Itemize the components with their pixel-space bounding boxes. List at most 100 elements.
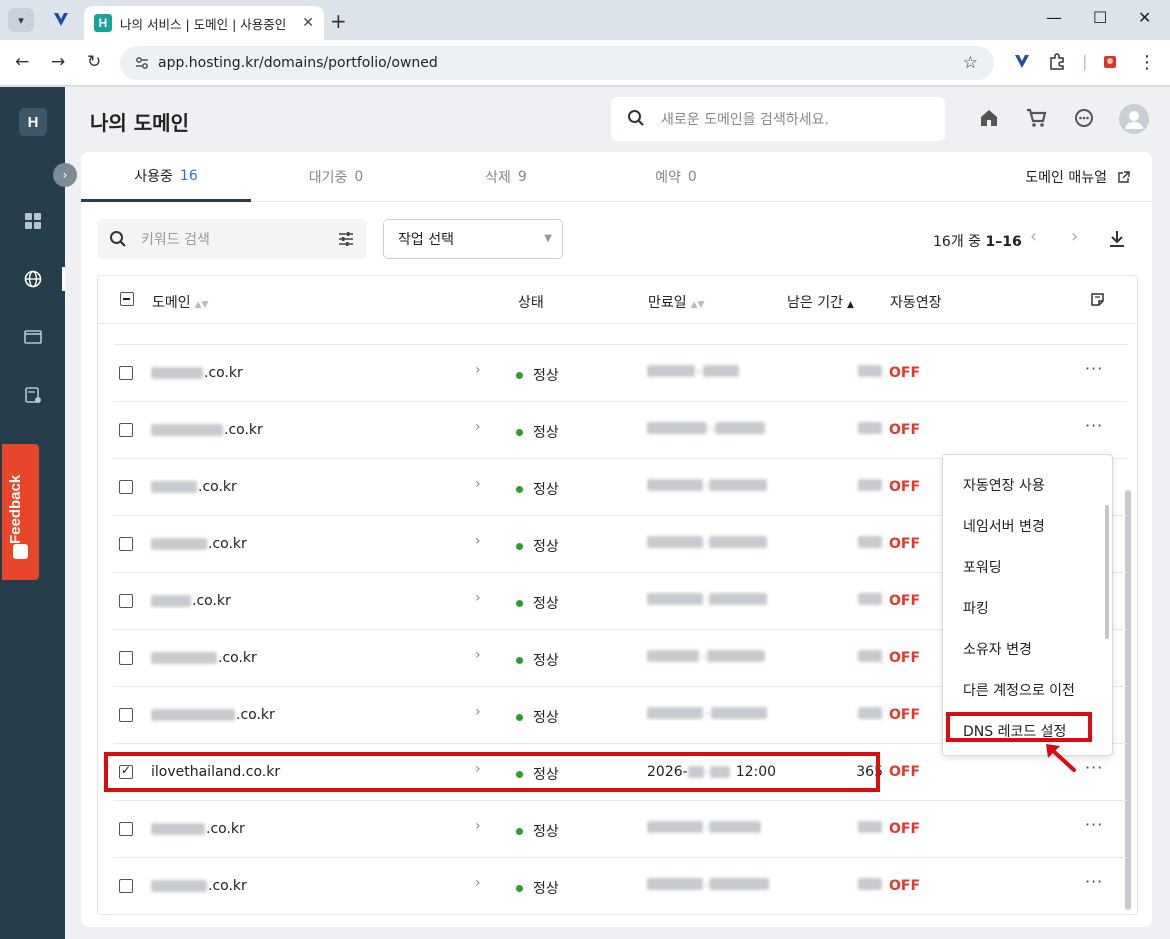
tab-in-use[interactable]: 사용중 16 <box>81 152 251 202</box>
auto-renew-toggle[interactable]: OFF <box>889 878 920 894</box>
tab-reserved[interactable]: 예약 0 <box>591 152 761 202</box>
table-row[interactable]: .co.kr › 정상 OFF ··· <box>113 402 1127 459</box>
action-select[interactable]: 작업 선택 ▼ <box>383 219 563 259</box>
auto-renew-toggle[interactable]: OFF <box>889 821 920 837</box>
auto-renew-toggle[interactable]: OFF <box>889 365 920 381</box>
auto-renew-toggle[interactable]: OFF <box>889 764 920 780</box>
user-avatar[interactable] <box>1119 104 1149 134</box>
row-checkbox[interactable] <box>119 423 133 437</box>
row-checkbox[interactable] <box>119 879 133 893</box>
minimize-icon[interactable]: — <box>1046 8 1062 27</box>
domain-search-input[interactable]: 새로운 도메인을 검색하세요. <box>611 97 945 141</box>
auto-renew-toggle[interactable]: OFF <box>889 593 920 609</box>
reload-icon[interactable]: ↻ <box>87 52 101 72</box>
auto-renew-toggle[interactable]: OFF <box>889 536 920 552</box>
chevron-right-icon[interactable]: › <box>475 533 481 549</box>
domain-name[interactable]: .co.kr <box>151 821 245 837</box>
row-checkbox[interactable] <box>119 763 133 779</box>
v-extension-icon[interactable] <box>52 10 70 28</box>
domain-name[interactable]: .co.kr <box>151 536 247 552</box>
domain-name[interactable]: .co.kr <box>151 422 263 438</box>
profile-extension-icon[interactable] <box>1101 52 1119 70</box>
menu-item-change-nameserver[interactable]: 네임서버 변경 <box>963 516 1045 536</box>
col-domain[interactable]: 도메인 ▲▼ <box>152 292 208 312</box>
auto-renew-toggle[interactable]: OFF <box>889 707 920 723</box>
row-checkbox[interactable] <box>119 594 133 608</box>
row-checkbox[interactable] <box>119 366 133 380</box>
window-close-icon[interactable]: ✕ <box>1138 8 1151 27</box>
row-checkbox[interactable] <box>119 822 133 836</box>
sidebar-collapse-chevron-icon[interactable]: › <box>53 163 77 187</box>
server-icon[interactable] <box>23 385 43 405</box>
chevron-right-icon[interactable]: › <box>475 362 481 378</box>
chevron-right-icon[interactable]: › <box>475 818 481 834</box>
menu-item-auto-renew[interactable]: 자동연장 사용 <box>963 475 1045 495</box>
select-all-checkbox[interactable] <box>120 292 134 306</box>
globe-icon[interactable] <box>23 269 43 289</box>
chevron-right-icon[interactable]: › <box>475 875 481 891</box>
menu-scrollbar[interactable] <box>1105 505 1109 639</box>
chevron-right-icon[interactable]: › <box>475 647 481 663</box>
tab-search-dropdown[interactable]: ▾ <box>8 8 34 32</box>
more-options-icon[interactable]: ··· <box>1085 872 1103 891</box>
row-checkbox[interactable] <box>119 708 133 722</box>
more-options-icon[interactable]: ··· <box>1085 758 1103 777</box>
table-row[interactable]: .co.kr › 정상 OFF ··· <box>113 858 1127 915</box>
menu-item-forwarding[interactable]: 포워딩 <box>963 557 1002 577</box>
auto-renew-toggle[interactable]: OFF <box>889 422 920 438</box>
domain-name[interactable]: ilovethailand.co.kr <box>151 764 280 780</box>
more-options-icon[interactable]: ··· <box>1085 416 1103 435</box>
forward-icon[interactable]: → <box>51 52 65 72</box>
domain-name[interactable]: .co.kr <box>151 479 237 495</box>
col-expiry[interactable]: 만료일 ▲▼ <box>648 292 704 312</box>
row-checkbox[interactable] <box>119 480 133 494</box>
chevron-right-icon[interactable]: › <box>475 761 481 777</box>
row-checkbox[interactable] <box>119 651 133 665</box>
menu-item-change-owner[interactable]: 소유자 변경 <box>963 639 1032 659</box>
extensions-puzzle-icon[interactable] <box>1048 52 1066 70</box>
menu-item-parking[interactable]: 파킹 <box>963 598 989 618</box>
feedback-button[interactable]: Feedback <box>2 444 39 580</box>
domain-name[interactable]: .co.kr <box>151 593 231 609</box>
column-settings-icon[interactable] <box>1090 292 1105 307</box>
active-tab[interactable]: H 나의 서비스 | 도메인 | 사용중인 ✕ <box>84 6 324 40</box>
tab-deleted[interactable]: 삭제 9 <box>421 152 591 202</box>
keyword-search-input[interactable]: 키워드 검색 <box>97 219 367 259</box>
domain-name[interactable]: .co.kr <box>151 365 243 381</box>
prev-page-icon[interactable]: ‹ <box>1030 226 1037 247</box>
domain-manual-link[interactable]: 도메인 매뉴얼 <box>1025 167 1130 187</box>
maximize-icon[interactable]: ☐ <box>1093 8 1107 27</box>
col-remaining[interactable]: 남은 기간 ▲ <box>787 292 854 312</box>
download-icon[interactable] <box>1107 229 1127 249</box>
more-options-icon[interactable]: ··· <box>1085 359 1103 378</box>
cart-icon[interactable] <box>1025 107 1047 129</box>
next-page-icon[interactable]: › <box>1071 226 1078 247</box>
auto-renew-toggle[interactable]: OFF <box>889 650 920 666</box>
close-tab-icon[interactable]: ✕ <box>302 15 314 31</box>
more-options-icon[interactable]: ··· <box>1085 815 1103 834</box>
tab-pending[interactable]: 대기중 0 <box>251 152 421 202</box>
menu-item-transfer-account[interactable]: 다른 계정으로 이전 <box>963 680 1075 700</box>
home-icon[interactable] <box>978 107 1000 129</box>
new-tab-icon[interactable]: + <box>330 9 347 33</box>
chevron-right-icon[interactable]: › <box>475 419 481 435</box>
domain-name[interactable]: .co.kr <box>151 707 275 723</box>
back-icon[interactable]: ← <box>15 52 29 72</box>
domain-name[interactable]: .co.kr <box>151 650 257 666</box>
dashboard-icon[interactable] <box>23 211 43 231</box>
v-extension-icon[interactable] <box>1013 52 1031 70</box>
table-row[interactable]: .co.kr › 정상 OFF ··· <box>113 801 1127 858</box>
site-settings-icon[interactable] <box>134 55 150 71</box>
filter-sliders-icon[interactable] <box>337 230 355 248</box>
table-row[interactable]: .co.kr › 정상 OFF ··· <box>113 345 1127 402</box>
address-bar[interactable]: app.hosting.kr/domains/portfolio/owned ☆ <box>120 46 994 80</box>
chevron-right-icon[interactable]: › <box>475 590 481 606</box>
domain-name[interactable]: .co.kr <box>151 878 247 894</box>
app-logo[interactable]: H <box>19 108 47 136</box>
bookmark-star-icon[interactable]: ☆ <box>963 53 978 73</box>
support-chat-icon[interactable] <box>1073 107 1095 129</box>
auto-renew-toggle[interactable]: OFF <box>889 479 920 495</box>
window-icon[interactable] <box>23 327 43 347</box>
row-checkbox[interactable] <box>119 537 133 551</box>
chevron-right-icon[interactable]: › <box>475 476 481 492</box>
